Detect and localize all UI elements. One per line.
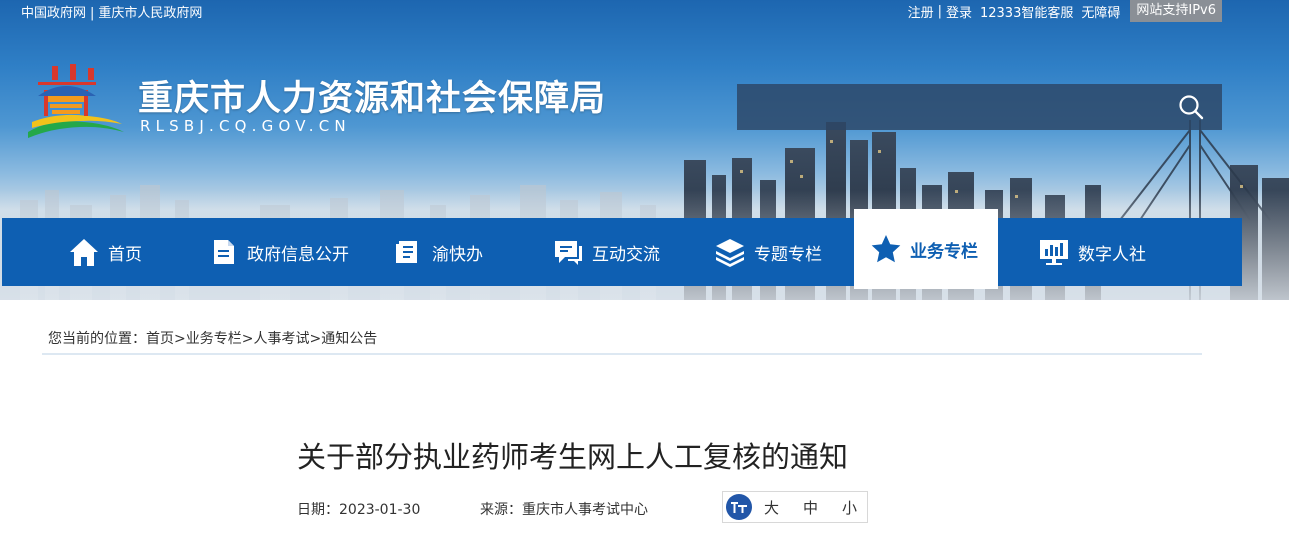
link-cq-gov[interactable]: 重庆市人民政府网 <box>98 6 202 21</box>
article-date: 日期：2023-01-30 <box>297 502 421 518</box>
font-size-medium[interactable]: 中 <box>803 497 818 518</box>
link-gov-cn[interactable]: 中国政府网 <box>21 6 86 21</box>
nav-label: 渝快办 <box>432 244 483 265</box>
top-separator: | <box>937 3 942 19</box>
nav-label: 互动交流 <box>592 244 660 265</box>
register-link[interactable]: 注册 <box>908 2 934 21</box>
star-icon <box>870 233 902 265</box>
site-title: 重庆市人力资源和社会保障局 <box>138 79 607 119</box>
breadcrumb-prefix: 您当前的位置： <box>48 331 146 347</box>
top-links-left: 中国政府网 | 重庆市人民政府网 <box>21 2 202 21</box>
accessibility-link[interactable]: 无障碍 <box>1081 2 1120 21</box>
breadcrumb-separator: > <box>309 331 322 347</box>
nav-label: 首页 <box>108 244 142 265</box>
breadcrumb-notices[interactable]: 通知公告 <box>321 331 377 347</box>
ipv6-badge: 网站支持IPv6 <box>1130 0 1222 22</box>
breadcrumb-business[interactable]: 业务专栏 <box>186 331 242 347</box>
search-input[interactable] <box>737 84 1167 130</box>
breadcrumb-personnel-exam[interactable]: 人事考试 <box>253 331 309 347</box>
nav-item-gov-info[interactable]: 政府信息公开 <box>177 218 372 286</box>
top-links-right: 注册 | 登录 12333智能客服 无障碍 网站支持IPv6 <box>908 0 1222 22</box>
main-nav: 首页 政府信息公开 渝快办 互动交流 专题专栏 业务专栏 数字人社 <box>2 209 1242 289</box>
document-icon <box>207 236 239 268</box>
font-size-small[interactable]: 小 <box>842 497 857 518</box>
home-icon <box>68 236 100 268</box>
smart-service-link[interactable]: 12333智能客服 <box>980 2 1073 21</box>
breadcrumb: 您当前的位置：首页>业务专栏>人事考试>通知公告 <box>48 328 377 348</box>
nav-item-yukuaiban[interactable]: 渝快办 <box>372 218 527 286</box>
search-box <box>737 84 1222 130</box>
font-size-switcher: 大 中 小 <box>722 491 868 523</box>
top-separator: | <box>90 6 95 21</box>
article-title: 关于部分执业药师考生网上人工复核的通知 <box>297 440 849 474</box>
chart-monitor-icon <box>1038 236 1070 268</box>
book-icon <box>392 236 424 268</box>
nav-item-interaction[interactable]: 互动交流 <box>527 218 694 286</box>
site-logo-icon[interactable] <box>22 62 128 142</box>
nav-item-home[interactable]: 首页 <box>2 218 177 286</box>
breadcrumb-divider <box>42 353 1202 355</box>
breadcrumb-separator: > <box>241 331 254 347</box>
nav-item-business[interactable]: 业务专栏 <box>854 209 998 289</box>
nav-item-digital[interactable]: 数字人社 <box>998 218 1222 286</box>
nav-label: 政府信息公开 <box>247 244 349 265</box>
article-source: 来源：重庆市人事考试中心 <box>480 502 648 518</box>
nav-item-special-topics[interactable]: 专题专栏 <box>694 218 854 286</box>
site-domain: RLSBJ.CQ.GOV.CN <box>140 117 351 135</box>
font-size-large[interactable]: 大 <box>764 497 779 518</box>
layers-icon <box>714 236 746 268</box>
breadcrumb-separator: > <box>174 331 186 347</box>
chat-icon <box>552 236 584 268</box>
nav-label: 专题专栏 <box>754 244 822 265</box>
search-icon[interactable] <box>1178 94 1204 120</box>
nav-label: 数字人社 <box>1078 244 1146 265</box>
nav-label: 业务专栏 <box>910 241 978 262</box>
breadcrumb-home[interactable]: 首页 <box>146 331 174 347</box>
login-link[interactable]: 登录 <box>946 2 972 21</box>
font-size-icon <box>726 494 752 520</box>
